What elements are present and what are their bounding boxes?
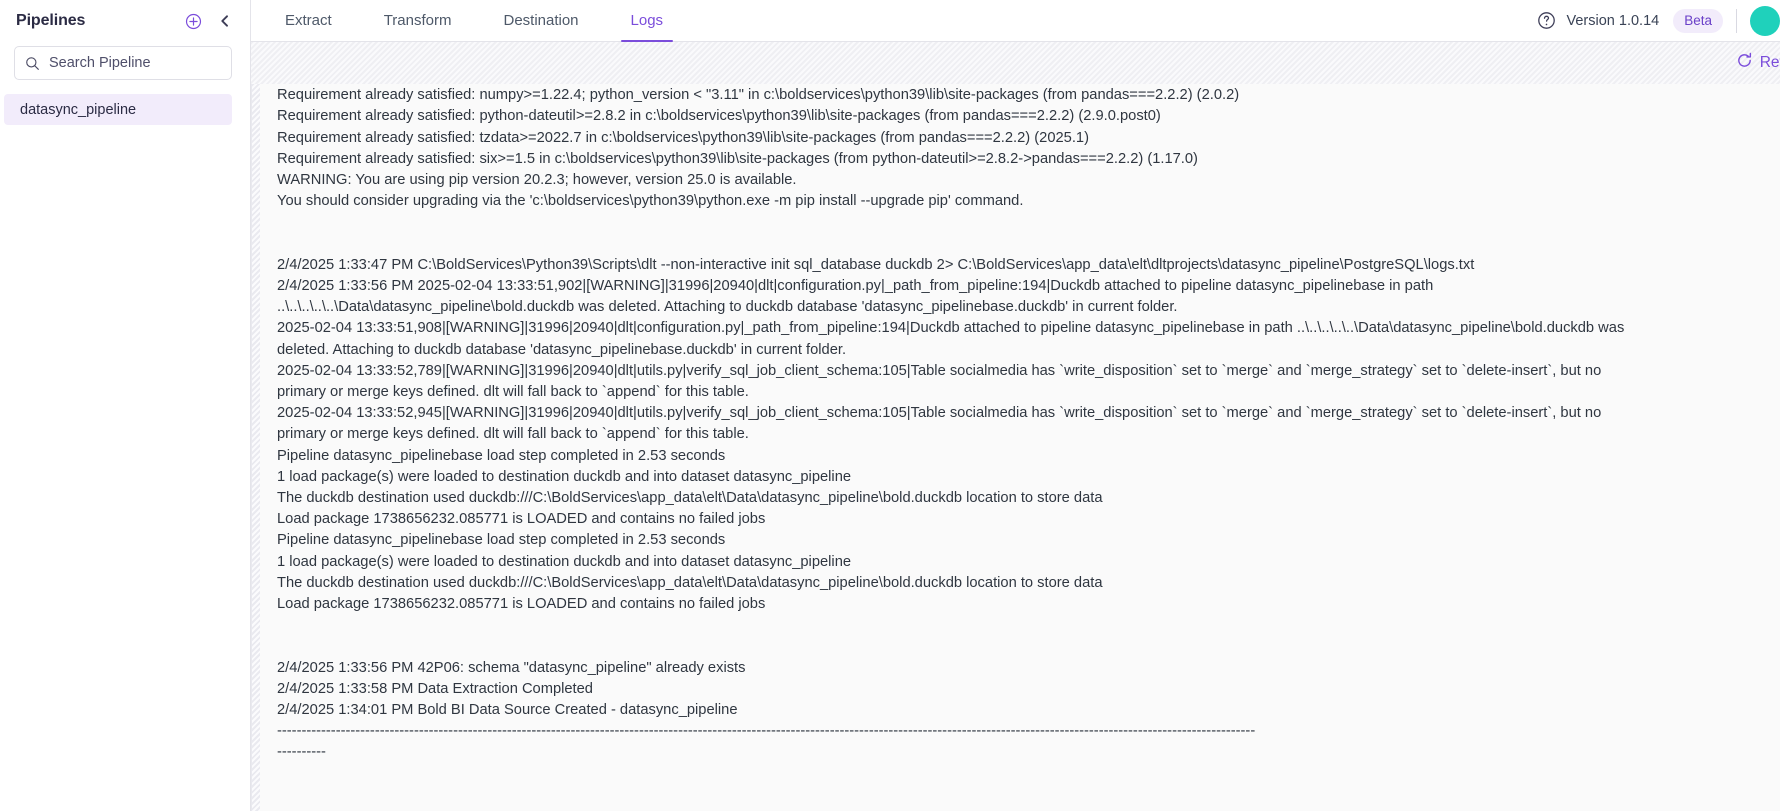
log-line: 2/4/2025 1:34:01 PM Bold BI Data Source … [277,702,738,719]
refresh-icon [1736,52,1753,74]
chevron-left-icon[interactable] [214,10,236,32]
log-line: Load package 1738656232.085771 is LOADED… [277,511,766,528]
divider [1736,8,1737,33]
tab-logs-label: Logs [630,12,664,29]
log-line: Pipeline datasync_pipelinebase load step… [277,447,726,464]
logs-toolbar: Refresh [251,42,1780,84]
log-line: Requirement already satisfied: tzdata>=2… [277,129,1089,146]
pipeline-list-item[interactable]: datasync_pipeline [4,94,232,125]
log-line: Requirement already satisfied: python-da… [277,108,1161,125]
log-line: WARNING: You are using pip version 20.2.… [277,172,797,189]
log-line: deleted. Attaching to duckdb database 'd… [277,341,847,358]
log-line: 1 load package(s) were loaded to destina… [277,553,852,570]
sidebar-header: Pipelines [0,0,250,42]
search-icon [25,56,40,71]
log-line: Load package 1738656232.085771 is LOADED… [277,596,766,613]
top-navigation-bar: Extract Transform Destination Logs Versi… [251,0,1780,42]
pipeline-list: datasync_pipeline [0,94,250,125]
log-line: 2/4/2025 1:33:56 PM 42P06: schema "datas… [277,659,746,676]
log-line: 2/4/2025 1:33:47 PM C:\BoldServices\Pyth… [277,256,1475,273]
tab-logs[interactable]: Logs [605,0,690,42]
pipeline-logs-app: Pipelines Search Pipeline datasync_pipel… [0,0,1780,811]
avatar[interactable] [1750,5,1780,36]
sidebar-title: Pipelines [16,12,86,29]
plus-circle-icon[interactable] [182,10,204,32]
search-container [0,42,250,80]
tab-transform[interactable]: Transform [358,0,478,41]
log-line: 2025-02-04 13:33:51,908|[WARNING]|31996|… [277,320,1625,337]
tab-transform-label: Transform [383,12,452,29]
tab-bar: Extract Transform Destination Logs [251,0,690,42]
beta-badge: Beta [1673,8,1723,33]
search-box[interactable] [14,46,236,80]
log-line: The duckdb destination used duckdb:///C:… [277,490,1103,507]
tab-extract[interactable]: Extract [259,0,358,41]
tab-extract-label: Extract [285,12,332,29]
log-line: primary or merge keys defined. dlt will … [277,384,749,401]
log-line: 2/4/2025 1:33:58 PM Data Extraction Comp… [277,680,593,697]
log-line: Requirement already satisfied: six>=1.5 … [277,150,1198,167]
log-line: 2025-02-04 13:33:52,789|[WARNING]|31996|… [277,362,1602,379]
log-line: The duckdb destination used duckdb:///C:… [277,574,1103,591]
pipelines-sidebar: Pipelines Search Pipeline datasync_pipel… [0,0,251,811]
log-line: primary or merge keys defined. dlt will … [277,426,749,443]
log-line: 1 load package(s) were loaded to destina… [277,468,852,485]
log-line: Pipeline datasync_pipelinebase load step… [277,532,726,549]
log-line: 2025-02-04 13:33:52,945|[WARNING]|31996|… [277,405,1602,422]
top-right-actions: Version 1.0.14 Beta [1537,0,1780,41]
question-circle-icon[interactable] [1537,11,1556,30]
log-line: ---------- [277,744,326,761]
search-input[interactable] [49,55,236,71]
version-label: Version 1.0.14 [1566,12,1660,29]
tab-destination[interactable]: Destination [477,0,604,41]
tab-destination-label: Destination [503,12,579,29]
main-content: Extract Transform Destination Logs Versi… [251,0,1780,811]
log-line: Requirement already satisfied: numpy>=1.… [277,87,1240,104]
log-output-panel[interactable]: Requirement already satisfied: pytz>=202… [251,84,1780,811]
refresh-label: Refresh [1759,54,1780,71]
refresh-button[interactable]: Refresh [1736,52,1780,74]
pipeline-item-label: datasync_pipeline [20,101,137,118]
log-text: Requirement already satisfied: pytz>=202… [252,84,1780,764]
log-line: ----------------------------------------… [277,723,1256,740]
log-line: You should consider upgrading via the 'c… [277,193,1024,210]
log-line: ..\..\..\..\..\Data\datasync_pipeline\bo… [277,299,1178,316]
log-line: 2/4/2025 1:33:56 PM 2025-02-04 13:33:51,… [277,278,1434,294]
